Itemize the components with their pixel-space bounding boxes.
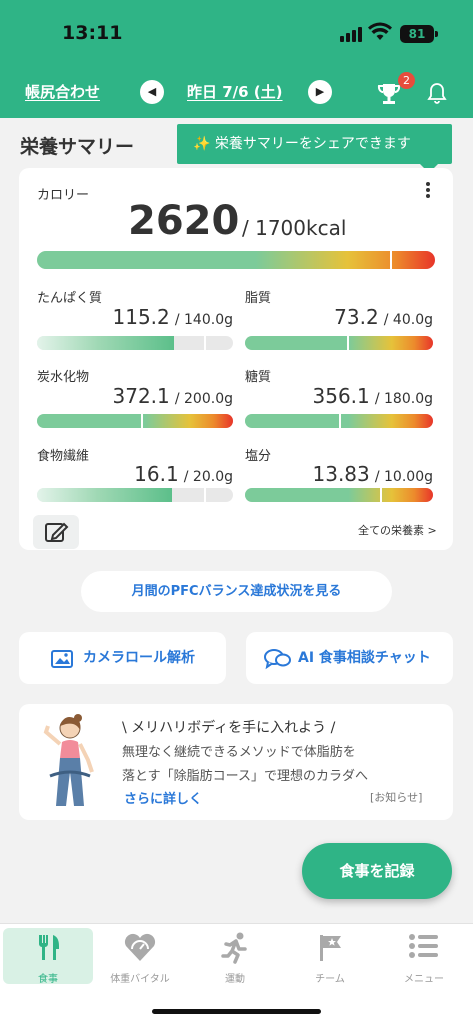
tab-label: メニュー [404, 974, 444, 985]
nutrient-bar-fill [37, 414, 233, 428]
promo-title: \ メリハリボディを手に入れよう / [122, 720, 336, 736]
nutrient-bar-fill [245, 336, 433, 350]
nutrient-goal-mark [346, 336, 349, 350]
nutrient-value: 372.1 [112, 384, 170, 408]
tab-exercise[interactable]: 運動 [190, 928, 280, 985]
wifi-icon [368, 22, 392, 40]
ai-chat-label: AI 食事相談チャット [298, 650, 431, 666]
nutrient-progress-bar [245, 488, 433, 502]
edit-button[interactable] [33, 515, 79, 549]
signal-icon [340, 26, 362, 42]
edit-icon [45, 522, 69, 542]
prev-day-button[interactable]: ◀ [140, 80, 164, 104]
tab-label: チーム [315, 974, 345, 985]
record-meal-button[interactable]: 食事を記録 [302, 843, 452, 899]
nutrient-goal: / 140.0g [174, 312, 233, 328]
more-options-icon[interactable] [422, 180, 434, 200]
nutrient-value-group: 13.83 / 10.00g [313, 462, 434, 486]
pfc-balance-button[interactable]: 月間のPFCバランス達成状況を見る [81, 571, 392, 612]
ledger-link[interactable]: 帳尻合わせ [25, 81, 100, 102]
nutrient-progress-bar [37, 488, 233, 502]
tab-meal[interactable]: 食事 [3, 928, 93, 985]
nutrient-bar-fill [37, 488, 172, 502]
nutrient-progress-bar [37, 336, 233, 350]
nutrient-value-group: 356.1 / 180.0g [313, 384, 434, 408]
nutrient-name: 糖質 [245, 370, 272, 385]
nutrient-goal: / 180.0g [374, 391, 433, 407]
nutrient-goal: / 10.00g [374, 469, 433, 485]
calorie-value: 2620 [128, 198, 240, 244]
app-header: 13:11 81 帳尻合わせ ◀ 昨日 7/6 (土) ▶ 2 [0, 0, 473, 118]
home-indicator [152, 1009, 321, 1014]
nutrient-value: 356.1 [312, 384, 370, 408]
status-time: 13:11 [62, 22, 123, 44]
nutrient-name: 脂質 [245, 291, 272, 306]
running-icon [221, 932, 247, 964]
promo-text-line-2: 落とす「除脂肪コース」で理想のカラダへ [122, 769, 368, 784]
trophy-badge: 2 [398, 72, 415, 89]
nutrient-value: 16.1 [134, 462, 179, 486]
nutrient-goal-mark [203, 488, 206, 502]
calorie-goal: / 1700kcal [242, 216, 347, 240]
calorie-progress-bar [37, 251, 435, 269]
share-tooltip[interactable]: ✨ 栄養サマリーをシェアできます [177, 124, 452, 173]
tab-weight-vital[interactable]: 体重バイタル [95, 928, 185, 985]
nutrient-progress-bar [245, 414, 433, 428]
nutrient-goal: / 200.0g [174, 391, 233, 407]
nutrient-name: 炭水化物 [37, 370, 90, 385]
tab-menu[interactable]: メニュー [379, 928, 469, 985]
calorie-label: カロリー [37, 188, 90, 203]
tab-team[interactable]: チーム [285, 928, 375, 985]
promo-more-link[interactable]: さらに詳しく [124, 788, 202, 807]
tab-label: 運動 [225, 974, 245, 985]
chat-icon [264, 649, 291, 670]
nutrient-name: 塩分 [245, 449, 272, 464]
promo-text-line-1: 無理なく継続できるメソッドで体脂肪を [122, 745, 356, 760]
section-title: 栄養サマリー [20, 136, 135, 158]
date-selector[interactable]: 昨日 7/6 (土) [187, 81, 283, 102]
nutrient-name: 食物繊維 [37, 449, 90, 464]
promo-tag: [お知らせ] [370, 791, 423, 804]
bell-icon[interactable] [425, 81, 449, 105]
nutrient-value: 115.2 [112, 305, 170, 329]
nutrient-value-group: 73.2 / 40.0g [334, 305, 433, 329]
battery-icon: 81 [400, 25, 438, 43]
nutrient-goal-mark [380, 488, 383, 502]
nutrient-value-group: 16.1 / 20.0g [134, 462, 233, 486]
nutrient-goal: / 40.0g [383, 312, 433, 328]
nutrient-goal-mark [141, 414, 144, 428]
promo-illustration [43, 714, 94, 806]
fork-knife-icon [39, 935, 59, 960]
camera-roll-button[interactable]: カメラロール解析 [19, 632, 226, 684]
nutrient-goal-mark [203, 336, 206, 350]
tab-label: 食事 [38, 974, 58, 985]
next-day-button[interactable]: ▶ [308, 80, 332, 104]
nutrient-bar-fill [245, 488, 433, 502]
nutrient-goal-mark [338, 414, 341, 428]
nutrient-value: 13.83 [312, 462, 370, 486]
nutrient-name: たんぱく質 [37, 291, 103, 306]
nutrient-value-group: 115.2 / 140.0g [113, 305, 234, 329]
menu-list-icon [409, 934, 438, 958]
ai-chat-button[interactable]: AI 食事相談チャット [246, 632, 453, 684]
nutrient-progress-bar [245, 336, 433, 350]
nutrient-value: 73.2 [334, 305, 379, 329]
trophy-icon[interactable] [376, 82, 402, 106]
tab-label: 体重バイタル [110, 974, 170, 985]
nutrient-bar-fill [37, 336, 174, 350]
nutrient-progress-bar [37, 414, 233, 428]
flag-icon [320, 935, 341, 961]
image-icon [51, 650, 73, 668]
nutrient-value-group: 372.1 / 200.0g [113, 384, 234, 408]
camera-roll-label: カメラロール解析 [83, 650, 195, 666]
heart-gauge-icon [124, 933, 156, 961]
all-nutrients-link[interactable]: 全ての栄養素 > [358, 522, 437, 538]
nutrient-goal: / 20.0g [183, 469, 233, 485]
